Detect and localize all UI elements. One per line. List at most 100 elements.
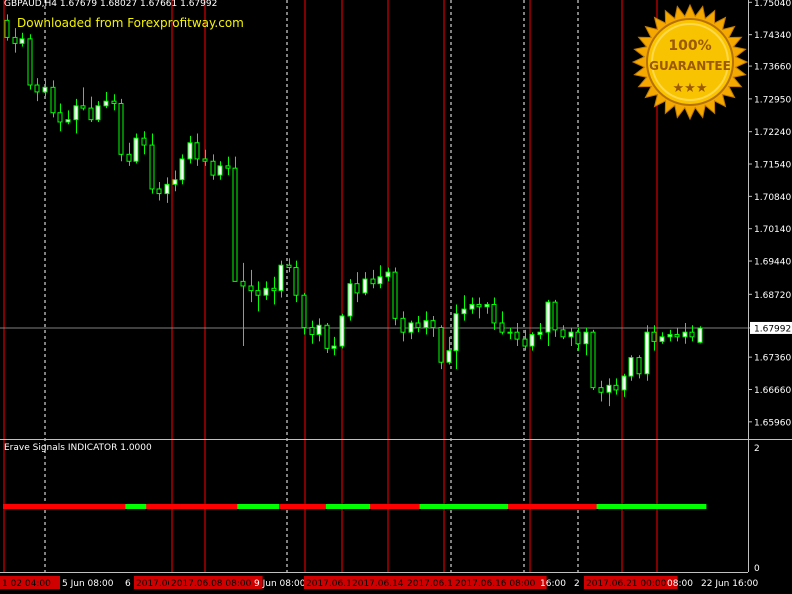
candle-body [491,303,497,324]
signal-mark [427,504,431,509]
signal-mark [588,504,592,509]
candle-body [324,324,330,349]
candle-body [392,271,398,319]
candle [179,154,185,185]
signal-mark [417,504,420,509]
signal-mark [560,504,564,509]
candle-body [377,276,383,285]
signal-mark [489,504,493,509]
signal-mark [328,504,332,509]
signal-mark [601,504,605,509]
signal-mark [573,504,577,509]
signal-mark [682,504,686,509]
signal-mark [518,504,522,509]
signal-mark [96,504,100,509]
signal-mark [297,504,301,509]
signal-mark [226,504,230,509]
signal-mark [130,504,134,509]
signal-mark [627,504,631,509]
signal-mark [281,504,285,509]
chart-window[interactable]: 1.75040 1.74340 1.73660 1.72950 1.72240 1.715… [0,0,792,590]
time-tick-label: 1 02 04:00 [2,579,51,589]
candle-body [149,144,155,190]
signal-mark [312,504,316,509]
candle-body [606,384,612,393]
price-tick-label: 1.75040 [754,0,791,9]
signal-mark [229,504,233,509]
signal-mark [299,504,303,509]
signal-mark [159,504,163,509]
signal-mark [404,504,407,509]
time-tick-label: 08:00 [667,579,693,589]
signal-mark [208,504,212,509]
candle-body [255,290,261,296]
signal-mark [424,504,428,509]
price-tick-label: 1.70140 [754,225,791,235]
price-tick-label: 1.65960 [754,418,791,428]
signal-mark [187,504,191,509]
signal-mark [466,504,470,509]
signal-mark [401,504,405,509]
signal-mark [112,504,116,509]
signal-mark [469,504,473,509]
time-tick-label: 5 Jun 08:00 [62,579,114,589]
candle-body [354,283,360,294]
candle-body [225,165,231,169]
candle-body [522,338,528,347]
signal-mark [362,504,366,509]
signal-mark [156,504,160,509]
price-tick-label: 1.73660 [754,63,791,73]
signal-mark [122,504,126,509]
signal-mark [213,504,217,509]
candle-body [659,336,665,342]
candle-body [446,350,452,363]
signal-mark [552,504,556,509]
signal-mark [458,504,462,509]
signal-mark [164,504,168,509]
candle-body [187,142,193,160]
price-tick-label: 1.67360 [754,354,791,364]
signal-mark [640,504,644,509]
signal-mark [302,504,306,509]
signal-mark [411,504,415,509]
signal-mark [255,504,259,509]
signal-mark [622,504,626,509]
candle [644,325,650,381]
signal-mark [555,504,558,509]
candle-body [613,384,619,391]
candle-body [438,327,444,363]
signal-mark [521,504,525,509]
signal-mark [247,504,251,509]
signal-mark [198,504,202,509]
signal-mark [250,504,254,509]
price-chart[interactable]: 1.75040 1.74340 1.73660 1.72950 1.72240 1.715… [0,0,792,590]
signal-mark [258,504,262,509]
signal-mark [320,504,324,509]
candle-body [118,102,124,155]
signal-mark [307,504,311,509]
candle-body [34,84,40,93]
signal-mark [656,504,660,509]
signal-mark [161,504,165,509]
candle-body [484,303,490,308]
candle [232,156,238,282]
signal-mark [146,504,150,509]
signal-mark [651,504,655,509]
signal-mark [617,504,621,509]
signal-mark [357,504,361,509]
signal-mark [8,504,12,509]
signal-mark [414,504,418,509]
signal-mark [104,504,108,509]
price-tick-label: 1.66660 [754,386,791,396]
signal-mark [430,504,433,509]
signal-mark [367,504,371,509]
signal-mark [271,504,275,509]
candle-body [529,334,535,347]
signal-mark [57,504,61,509]
signal-mark [47,504,51,509]
candle-body [674,334,680,338]
signal-mark [310,504,314,509]
signal-mark [372,504,376,509]
signal-mark [669,504,673,509]
signal-mark [500,504,504,509]
